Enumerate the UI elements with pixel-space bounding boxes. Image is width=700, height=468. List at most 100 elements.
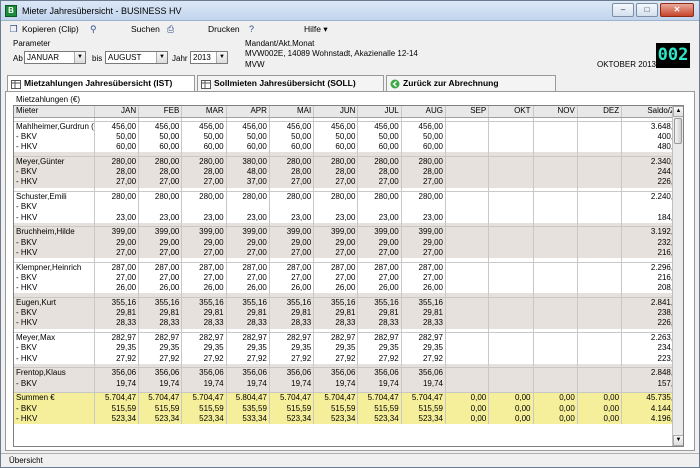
amount-cell[interactable]: 280,00	[401, 155, 446, 167]
amount-cell[interactable]: 0,00	[577, 403, 623, 414]
column-header[interactable]: NOV	[533, 106, 578, 118]
amount-cell[interactable]: 29,00	[138, 237, 183, 248]
amount-cell[interactable]: 48,00	[226, 166, 270, 178]
amount-cell[interactable]: 399,00	[138, 226, 183, 238]
amount-cell[interactable]	[401, 202, 446, 213]
amount-cell[interactable]: 523,34	[94, 413, 140, 425]
amount-cell[interactable]: 355,16	[94, 296, 140, 308]
amount-cell[interactable]	[488, 332, 534, 344]
amount-cell[interactable]: 27,00	[269, 247, 315, 259]
close-button[interactable]: ✕	[660, 3, 694, 17]
amount-cell[interactable]	[445, 378, 490, 389]
amount-cell[interactable]: 523,34	[181, 413, 227, 425]
tenant-name-cell[interactable]: Mahlheimer,Gurdrun (	[14, 120, 95, 132]
amount-cell[interactable]: 0,00	[488, 413, 534, 425]
amount-cell[interactable]: 0,00	[445, 413, 490, 425]
amount-cell[interactable]: 456,00	[313, 120, 359, 132]
amount-cell[interactable]	[577, 141, 623, 153]
amount-cell[interactable]	[445, 202, 490, 213]
amount-cell[interactable]: 282,97	[94, 332, 140, 344]
amount-cell[interactable]: 60,00	[269, 141, 315, 153]
amount-cell[interactable]: 523,34	[313, 413, 359, 425]
amount-cell[interactable]: 287,00	[401, 261, 446, 273]
tenant-name-cell[interactable]: - BKV	[14, 307, 95, 319]
amount-cell[interactable]	[488, 307, 534, 319]
amount-cell[interactable]: 27,00	[357, 272, 402, 284]
amount-cell[interactable]: 28,33	[269, 318, 315, 329]
amount-cell[interactable]	[138, 202, 183, 213]
column-header[interactable]: OKT	[488, 106, 534, 118]
amount-cell[interactable]: 23,00	[357, 212, 402, 223]
amount-cell[interactable]: 27,00	[94, 272, 140, 284]
amount-cell[interactable]: 50,00	[94, 131, 140, 142]
copy-clip-button[interactable]: ❐ Kopieren (Clip)	[5, 22, 82, 36]
help-button[interactable]: ? Hilfe ▾	[246, 22, 331, 36]
amount-cell[interactable]: 28,33	[226, 318, 270, 329]
amount-cell[interactable]	[488, 261, 534, 273]
amount-cell[interactable]	[488, 247, 534, 259]
amount-cell[interactable]: 456,00	[226, 120, 270, 132]
amount-cell[interactable]	[533, 237, 578, 248]
amount-cell[interactable]: 5.704,47	[181, 392, 227, 404]
amount-cell[interactable]	[488, 226, 534, 238]
amount-cell[interactable]	[488, 120, 534, 132]
amount-cell[interactable]: 28,33	[138, 318, 183, 329]
amount-cell[interactable]: 280,00	[313, 155, 359, 167]
vertical-scrollbar[interactable]: ▲ ▼	[672, 106, 683, 446]
amount-cell[interactable]	[445, 166, 490, 178]
amount-cell[interactable]: 27,00	[313, 247, 359, 259]
amount-cell[interactable]: 280,00	[226, 191, 270, 203]
amount-cell[interactable]	[533, 332, 578, 344]
amount-cell[interactable]: 456,00	[357, 120, 402, 132]
amount-cell[interactable]	[445, 318, 490, 329]
amount-cell[interactable]: 523,34	[138, 413, 183, 425]
amount-cell[interactable]: 356,06	[357, 367, 402, 379]
amount-cell[interactable]	[488, 283, 534, 294]
amount-cell[interactable]: 282,97	[313, 332, 359, 344]
amount-cell[interactable]	[577, 191, 623, 203]
amount-cell[interactable]	[488, 131, 534, 142]
column-header[interactable]: APR	[226, 106, 270, 118]
amount-cell[interactable]: 28,00	[269, 166, 315, 178]
amount-cell[interactable]: 5.704,47	[138, 392, 183, 404]
column-header[interactable]: MAI	[269, 106, 315, 118]
amount-cell[interactable]: 456,00	[138, 120, 183, 132]
amount-cell[interactable]	[533, 272, 578, 284]
amount-cell[interactable]: 27,00	[401, 272, 446, 284]
amount-cell[interactable]	[445, 141, 490, 153]
amount-cell[interactable]: 28,33	[357, 318, 402, 329]
tenant-name-cell[interactable]: - HKV	[14, 141, 95, 153]
amount-cell[interactable]: 282,97	[181, 332, 227, 344]
tenant-name-cell[interactable]: - BKV	[14, 403, 95, 414]
amount-cell[interactable]: 19,74	[401, 378, 446, 389]
amount-cell[interactable]: 5.704,47	[313, 392, 359, 404]
amount-cell[interactable]: 515,59	[138, 403, 183, 414]
amount-cell[interactable]: 0,00	[533, 413, 578, 425]
year-select[interactable]: 2013 ▼	[190, 51, 228, 64]
amount-cell[interactable]: 29,35	[357, 343, 402, 354]
amount-cell[interactable]: 28,00	[313, 166, 359, 178]
amount-cell[interactable]	[577, 202, 623, 213]
amount-cell[interactable]	[357, 202, 402, 213]
amount-cell[interactable]: 399,00	[226, 226, 270, 238]
amount-cell[interactable]	[445, 353, 490, 364]
tenant-name-cell[interactable]: - HKV	[14, 177, 95, 188]
amount-cell[interactable]: 356,06	[226, 367, 270, 379]
payments-grid[interactable]: Mieter JAN FEB MAR APR MAI JUN JUL AUG SEP OKT NOV D…	[13, 105, 684, 447]
amount-cell[interactable]: 60,00	[313, 141, 359, 153]
amount-cell[interactable]: 355,16	[138, 296, 183, 308]
amount-cell[interactable]: 0,00	[533, 403, 578, 414]
amount-cell[interactable]: 27,00	[357, 177, 402, 188]
amount-cell[interactable]: 287,00	[269, 261, 315, 273]
amount-cell[interactable]: 280,00	[401, 191, 446, 203]
amount-cell[interactable]	[445, 343, 490, 354]
amount-cell[interactable]	[577, 166, 623, 178]
amount-cell[interactable]	[445, 191, 490, 203]
amount-cell[interactable]: 399,00	[181, 226, 227, 238]
amount-cell[interactable]	[488, 378, 534, 389]
amount-cell[interactable]: 29,00	[94, 237, 140, 248]
amount-cell[interactable]	[445, 247, 490, 259]
amount-cell[interactable]	[533, 283, 578, 294]
amount-cell[interactable]: 456,00	[401, 120, 446, 132]
amount-cell[interactable]: 28,33	[401, 318, 446, 329]
